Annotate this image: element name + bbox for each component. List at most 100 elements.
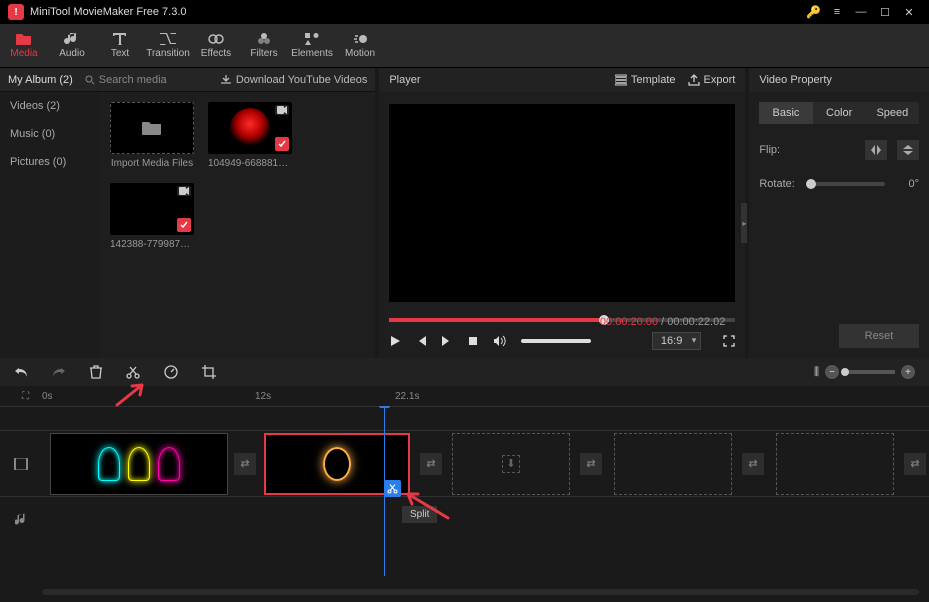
app-logo: ! (8, 4, 24, 20)
zoom-out-button[interactable]: − (825, 365, 839, 379)
video-track[interactable]: ⇄ ⇄ ⬇ ⇄ ⇄ ⇄ (0, 430, 929, 496)
prev-frame-button[interactable] (415, 335, 427, 347)
tab-basic[interactable]: Basic (759, 102, 812, 124)
maximize-button[interactable]: ☐ (873, 0, 897, 24)
media-grid: Import Media Files 104949-668881965... 1… (100, 92, 375, 358)
next-frame-button[interactable] (441, 335, 453, 347)
app-title: MiniTool MovieMaker Free 7.3.0 (30, 6, 806, 18)
tab-color[interactable]: Color (813, 102, 866, 124)
filters-icon (256, 32, 272, 46)
fit-timeline-icon[interactable]: ⛶ (22, 391, 29, 402)
redo-button[interactable] (52, 366, 66, 378)
video-preview[interactable] (389, 104, 735, 302)
flip-vertical-button[interactable] (897, 140, 919, 160)
transition-slot-2[interactable]: ⇄ (420, 453, 442, 475)
main-toolbar: Media Audio Text Transition Effects Filt… (0, 24, 929, 68)
tab-motion[interactable]: Motion (336, 24, 384, 67)
media-item-1[interactable]: 104949-668881965... (208, 102, 292, 169)
audio-track[interactable] (0, 496, 929, 540)
stop-button[interactable] (467, 335, 479, 347)
audio-track-icon (0, 497, 42, 540)
properties-title: Video Property (749, 68, 929, 92)
placeholder-clip-2[interactable] (614, 433, 732, 495)
clip-1[interactable] (50, 433, 228, 495)
split-button[interactable] (126, 365, 140, 379)
video-badge-icon (177, 186, 191, 196)
player-title: Player (389, 74, 603, 86)
video-badge-icon (275, 105, 289, 115)
undo-button[interactable] (14, 366, 28, 378)
tab-effects[interactable]: Effects (192, 24, 240, 67)
placeholder-clip-3[interactable] (776, 433, 894, 495)
annotation-arrow-1 (112, 380, 152, 408)
export-button[interactable]: Export (688, 74, 736, 86)
tab-media[interactable]: Media (0, 24, 48, 67)
category-videos[interactable]: Videos (2) (10, 100, 90, 112)
tab-speed[interactable]: Speed (866, 102, 919, 124)
volume-button[interactable] (493, 335, 507, 347)
zoom-in-button[interactable]: + (901, 365, 915, 379)
motion-icon (352, 32, 368, 46)
rotate-slider[interactable] (811, 182, 885, 186)
elements-icon (304, 32, 320, 46)
flip-label: Flip: (759, 144, 801, 156)
volume-slider[interactable] (521, 339, 591, 343)
annotation-arrow-2 (400, 490, 450, 520)
template-icon (615, 74, 627, 86)
media-pane: My Album (2) Search media Download YouTu… (0, 68, 375, 358)
template-button[interactable]: Template (615, 74, 676, 86)
search-input[interactable]: Search media (85, 74, 205, 86)
property-tabs: Basic Color Speed (759, 102, 919, 124)
speed-button[interactable] (164, 365, 178, 379)
transition-slot-5[interactable]: ⇄ (904, 453, 926, 475)
folder-icon (16, 32, 32, 46)
tab-text[interactable]: Text (96, 24, 144, 67)
close-button[interactable]: ✕ (897, 0, 921, 24)
minimize-button[interactable]: — (849, 0, 873, 24)
flip-h-icon (870, 144, 882, 156)
media-item-2[interactable]: 142388-779987454... (110, 183, 194, 250)
reset-button[interactable]: Reset (839, 324, 919, 348)
player-pane: Player Template Export ▸ 00:00:20.00 / 0… (379, 68, 745, 358)
hamburger-icon[interactable]: ≡ (825, 0, 849, 24)
placeholder-clip-1[interactable]: ⬇ (452, 433, 570, 495)
tab-elements[interactable]: Elements (288, 24, 336, 67)
audio-wave-icon[interactable]: ⫼ (814, 366, 819, 379)
transition-slot-4[interactable]: ⇄ (742, 453, 764, 475)
category-music[interactable]: Music (0) (10, 128, 90, 140)
export-icon (688, 74, 700, 86)
properties-pane: Video Property Basic Color Speed Flip: R… (749, 68, 929, 358)
timeline-scrollbar[interactable] (42, 589, 919, 595)
aspect-ratio-select[interactable]: 16:9 (652, 332, 701, 350)
flip-horizontal-button[interactable] (865, 140, 887, 160)
effects-icon (208, 32, 224, 46)
transition-slot-1[interactable]: ⇄ (234, 453, 256, 475)
panel-collapse-handle[interactable]: ▸ (741, 203, 747, 243)
delete-button[interactable] (90, 365, 102, 379)
timeline: ⇄ ⇄ ⬇ ⇄ ⇄ ⇄ Split (0, 406, 929, 598)
download-icon (220, 75, 232, 85)
folder-icon (142, 120, 162, 136)
category-pictures[interactable]: Pictures (0) (10, 156, 90, 168)
crop-button[interactable] (202, 365, 216, 379)
time-display: 00:00:20.00 / 00:00:22.02 (600, 316, 725, 328)
fullscreen-button[interactable] (723, 335, 735, 347)
main-panes: My Album (2) Search media Download YouTu… (0, 68, 929, 358)
tab-transition[interactable]: Transition (144, 24, 192, 67)
split-handle-icon[interactable] (384, 480, 401, 497)
zoom-slider[interactable] (845, 370, 895, 374)
checkmark-icon (275, 137, 289, 151)
rotate-value: 0° (895, 178, 919, 190)
album-tab[interactable]: My Album (2) (8, 74, 73, 86)
tab-filters[interactable]: Filters (240, 24, 288, 67)
transition-slot-3[interactable]: ⇄ (580, 453, 602, 475)
category-list: Videos (2) Music (0) Pictures (0) (0, 92, 100, 358)
flip-v-icon (902, 144, 914, 156)
play-button[interactable] (389, 335, 401, 347)
music-icon (64, 32, 80, 46)
license-key-icon[interactable]: 🔑 (806, 5, 821, 19)
tab-audio[interactable]: Audio (48, 24, 96, 67)
import-media-button[interactable]: Import Media Files (110, 102, 194, 169)
download-youtube-button[interactable]: Download YouTube Videos (220, 74, 368, 86)
media-subtoolbar: My Album (2) Search media Download YouTu… (0, 68, 375, 92)
